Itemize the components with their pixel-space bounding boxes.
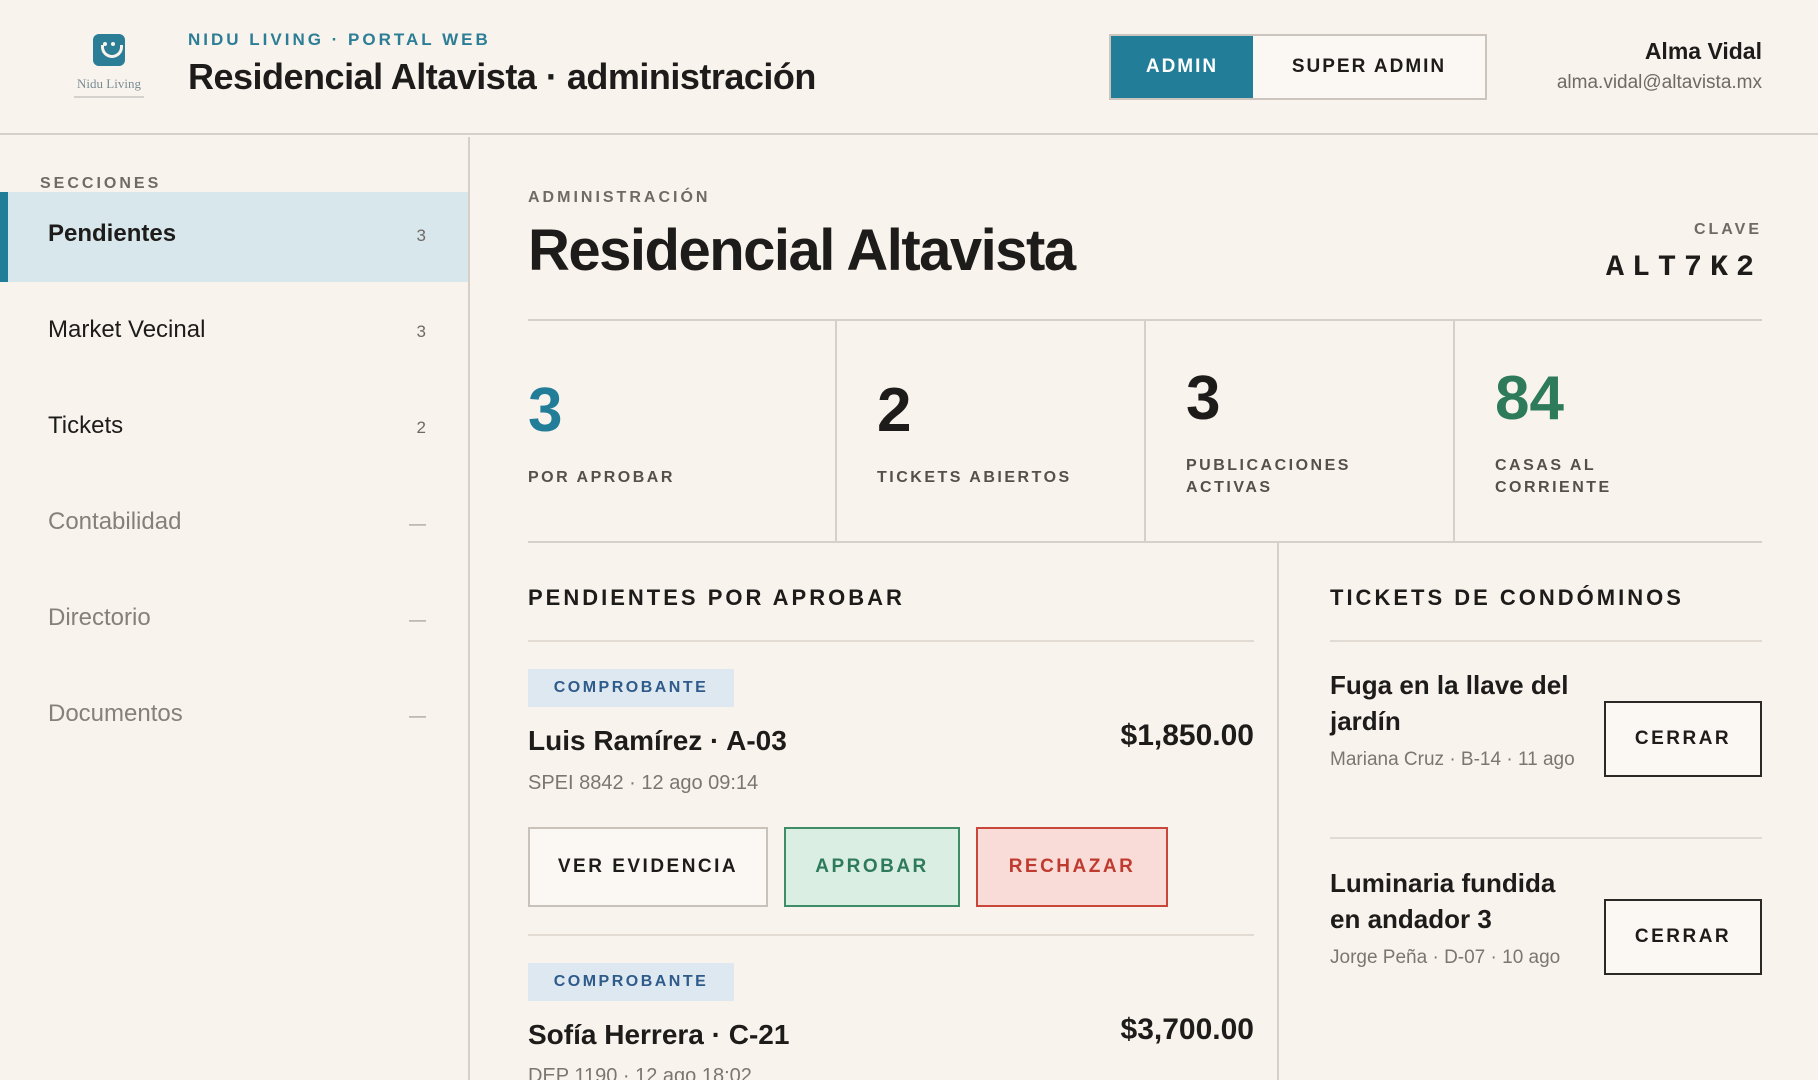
app-root: Nidu Living NIDU LIVING · PORTAL WEB Res… [0, 0, 1818, 1080]
sidebar-item-count: — [409, 610, 426, 629]
stat-value: 3 [528, 376, 563, 445]
sidebar-item-label: Market Vecinal [48, 316, 206, 343]
ticket-title: Luminaria fundida en andador 3 [1330, 868, 1556, 934]
sidebar-item-label: Contabilidad [48, 508, 182, 535]
sidebar-item-count: 3 [416, 322, 426, 341]
view-evidence-button[interactable]: VER EVIDENCIA [528, 827, 768, 907]
top-header: Nidu Living NIDU LIVING · PORTAL WEB Res… [0, 0, 1818, 135]
stat-por-aprobar[interactable]: 3 POR APROBAR [528, 321, 835, 541]
sidebar-item-contabilidad[interactable]: Contabilidad — [0, 480, 468, 570]
stat-value: 2 [877, 376, 912, 445]
stat-value: 84 [1495, 364, 1564, 433]
nidu-living-logo[interactable]: Nidu Living [64, 34, 154, 104]
stat-label: POR APROBAR [528, 469, 675, 486]
payment-meta: SPEI 8842 · 12 ago 09:14 [528, 772, 759, 794]
payment-amount: $1,850.00 [1120, 719, 1254, 752]
portal-eyebrow: NIDU LIVING · PORTAL WEB [188, 30, 491, 49]
ticket-meta: Mariana Cruz · B-14 · 11 ago [1330, 749, 1575, 770]
page-title: Residencial Altavista [528, 218, 1076, 283]
divider [528, 640, 1254, 642]
stats-row: 3 POR APROBAR 2 TICKETS ABIERTOS 3 PUBLI… [528, 319, 1762, 543]
role-toggle: ADMIN SUPER ADMIN [1109, 34, 1487, 100]
column-divider [1277, 543, 1279, 1080]
breadcrumb: ADMINISTRACIÓN [528, 189, 711, 206]
sidebar-item-market-vecinal[interactable]: Market Vecinal 3 [0, 288, 468, 378]
sidebar-item-documentos[interactable]: Documentos — [0, 672, 468, 762]
reject-button[interactable]: RECHAZAR [976, 827, 1168, 907]
divider [528, 934, 1254, 936]
sidebar-item-pendientes[interactable]: Pendientes 3 [0, 192, 468, 282]
main-content: ADMINISTRACIÓN Residencial Altavista CLA… [470, 137, 1818, 1080]
logo-wordmark: Nidu Living [77, 76, 141, 91]
divider [1330, 837, 1762, 839]
payer-name: Sofía Herrera · C-21 [528, 1019, 790, 1050]
role-super-admin-button[interactable]: SUPER ADMIN [1253, 36, 1485, 98]
comprobante-badge: COMPROBANTE [528, 963, 734, 1001]
stat-label: PUBLICACIONES ACTIVAS [1186, 457, 1351, 496]
payment-meta: DEP 1190 · 12 ago 18:02 [528, 1065, 752, 1080]
stat-label: CASAS AL CORRIENTE [1495, 457, 1612, 496]
sidebar-item-count: 3 [416, 226, 426, 245]
sidebar-item-tickets[interactable]: Tickets 2 [0, 384, 468, 474]
header-title: Residencial Altavista · administración [188, 56, 816, 97]
tickets-heading: TICKETS DE CONDÓMINOS [1330, 585, 1684, 610]
stat-tickets-abiertos[interactable]: 2 TICKETS ABIERTOS [835, 321, 1144, 541]
clave-label: CLAVE [1693, 221, 1762, 238]
approve-button[interactable]: APROBAR [784, 827, 960, 907]
sidebar-heading: SECCIONES [40, 175, 162, 192]
sidebar-item-label: Documentos [48, 700, 183, 727]
sidebar: SECCIONES Pendientes 3 Market Vecinal 3 … [0, 137, 470, 1080]
role-admin-button[interactable]: ADMIN [1111, 36, 1253, 98]
sidebar-item-label: Directorio [48, 604, 151, 631]
payment-amount: $3,700.00 [1120, 1013, 1254, 1046]
sidebar-item-label: Pendientes [48, 220, 177, 247]
smile-logo-icon [93, 34, 125, 66]
divider [1330, 640, 1762, 642]
clave-value: ALT7K2 [1605, 251, 1762, 285]
pending-heading: PENDIENTES POR APROBAR [528, 585, 905, 610]
logo-tagline-rule [74, 96, 144, 98]
stat-casas-al-corriente[interactable]: 84 CASAS AL CORRIENTE [1453, 321, 1762, 541]
stat-value: 3 [1186, 364, 1221, 433]
stat-label: TICKETS ABIERTOS [877, 469, 1072, 486]
close-ticket-button[interactable]: CERRAR [1604, 899, 1762, 975]
comprobante-badge: COMPROBANTE [528, 669, 734, 707]
sidebar-item-count: 2 [416, 418, 426, 437]
ticket-title: Fuga en la llave del jardín [1330, 670, 1569, 736]
close-ticket-button[interactable]: CERRAR [1604, 701, 1762, 777]
sidebar-item-count: — [409, 706, 426, 725]
sidebar-item-count: — [409, 514, 426, 533]
sidebar-item-label: Tickets [48, 412, 124, 439]
payer-name: Luis Ramírez · A-03 [528, 725, 787, 756]
user-email: alma.vidal@altavista.mx [1556, 72, 1762, 93]
ticket-meta: Jorge Peña · D-07 · 10 ago [1330, 947, 1561, 968]
user-name[interactable]: Alma Vidal [1645, 38, 1762, 65]
sidebar-item-directorio[interactable]: Directorio — [0, 576, 468, 666]
stat-publicaciones-activas[interactable]: 3 PUBLICACIONES ACTIVAS [1144, 321, 1453, 541]
